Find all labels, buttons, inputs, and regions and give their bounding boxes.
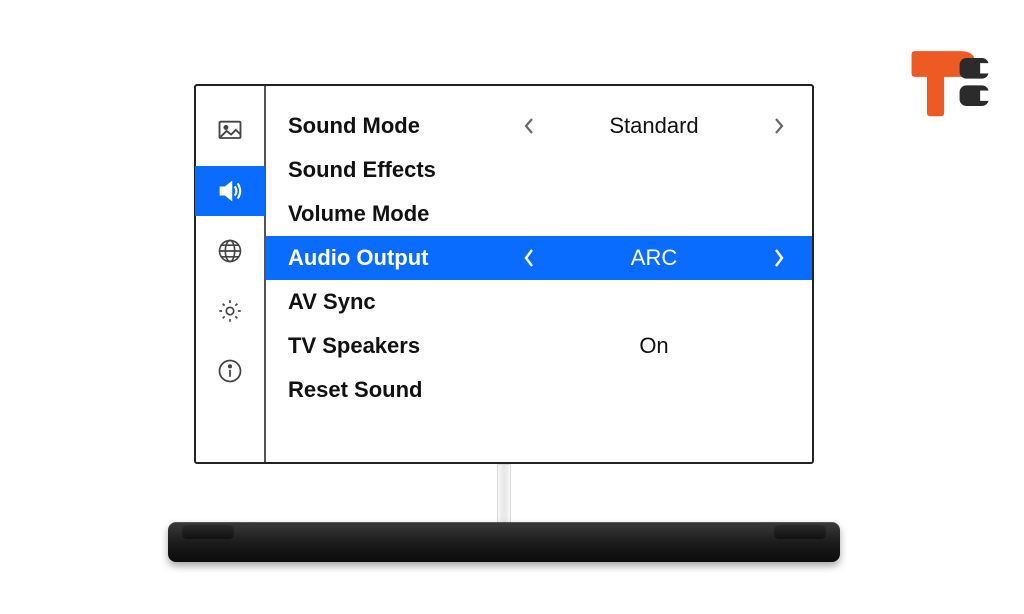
menu-item-volume-mode[interactable]: Volume Mode <box>266 192 812 236</box>
sidebar-item-sound[interactable] <box>195 166 265 216</box>
menu-item-av-sync[interactable]: AV Sync <box>266 280 812 324</box>
menu-label: AV Sync <box>288 289 518 315</box>
chevron-right-icon[interactable] <box>768 247 790 269</box>
soundbar-device <box>168 522 840 562</box>
tv-settings-panel: Sound Mode Standard Sound Effects Volume… <box>194 84 814 464</box>
site-logo <box>908 46 994 118</box>
menu-label: Sound Effects <box>288 157 518 183</box>
menu-label: Volume Mode <box>288 201 518 227</box>
menu-item-sound-effects[interactable]: Sound Effects <box>266 148 812 192</box>
menu-item-tv-speakers[interactable]: TV Speakers . On . <box>266 324 812 368</box>
network-icon <box>216 237 244 265</box>
chevron-left-icon[interactable] <box>518 247 540 269</box>
settings-icon <box>216 297 244 325</box>
menu-item-sound-mode[interactable]: Sound Mode Standard <box>266 104 812 148</box>
menu-label: Sound Mode <box>288 113 518 139</box>
sound-icon <box>216 177 244 205</box>
sidebar-item-picture[interactable] <box>195 106 265 156</box>
menu-value: Standard <box>558 113 750 139</box>
info-icon <box>216 357 244 385</box>
menu-item-reset-sound[interactable]: Reset Sound <box>266 368 812 412</box>
chevron-left-icon[interactable] <box>518 116 540 136</box>
menu-value: ARC <box>558 245 750 271</box>
menu-label: Audio Output <box>288 245 518 271</box>
menu-label: Reset Sound <box>288 377 518 403</box>
menu-value: On <box>558 333 750 359</box>
sidebar-item-network[interactable] <box>195 226 265 276</box>
sidebar-item-info[interactable] <box>195 346 265 396</box>
chevron-right-icon[interactable] <box>768 116 790 136</box>
picture-icon <box>216 117 244 145</box>
sound-settings-menu: Sound Mode Standard Sound Effects Volume… <box>266 86 812 462</box>
sidebar-item-settings[interactable] <box>195 286 265 336</box>
menu-item-audio-output[interactable]: Audio Output ARC <box>266 236 812 280</box>
menu-label: TV Speakers <box>288 333 518 359</box>
settings-category-sidebar <box>196 86 266 462</box>
